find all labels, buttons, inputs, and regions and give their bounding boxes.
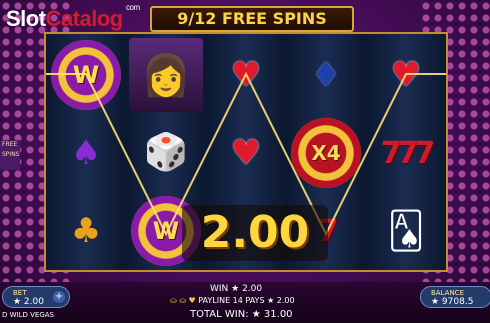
bet-value: ★ 2.00 [13, 297, 44, 307]
site-logo: SlotCatalog com [6, 3, 140, 31]
plus-icon[interactable]: + [53, 291, 65, 303]
total-win: TOTAL WIN: ★ 31.00 [190, 309, 293, 320]
free-spins-banner: 9/12 FREE SPINS [150, 6, 354, 32]
payline-info: ⛀ ⛀ ♥ PAYLINE 14 PAYS ★ 2.00 [170, 296, 295, 305]
balance-display: BALANCE ★ 9708.5 [420, 286, 490, 308]
bet-control[interactable]: BET ★ 2.00 + [2, 286, 70, 308]
balance-value: ★ 9708.5 [431, 297, 474, 307]
win-amount-display: 2.00 [182, 205, 328, 261]
payline-text: PAYLINE 14 PAYS ★ 2.00 [198, 296, 295, 305]
win-text: WIN ★ 2.00 [210, 284, 263, 294]
bet-label: BET [13, 289, 27, 297]
payline-symbols-icon: ⛀ ⛀ ♥ [170, 296, 196, 305]
free-spins-side-tab: FREE SPINS [0, 140, 20, 170]
balance-label: BALANCE [431, 289, 464, 297]
game-name: D WILD VEGAS [2, 311, 54, 319]
